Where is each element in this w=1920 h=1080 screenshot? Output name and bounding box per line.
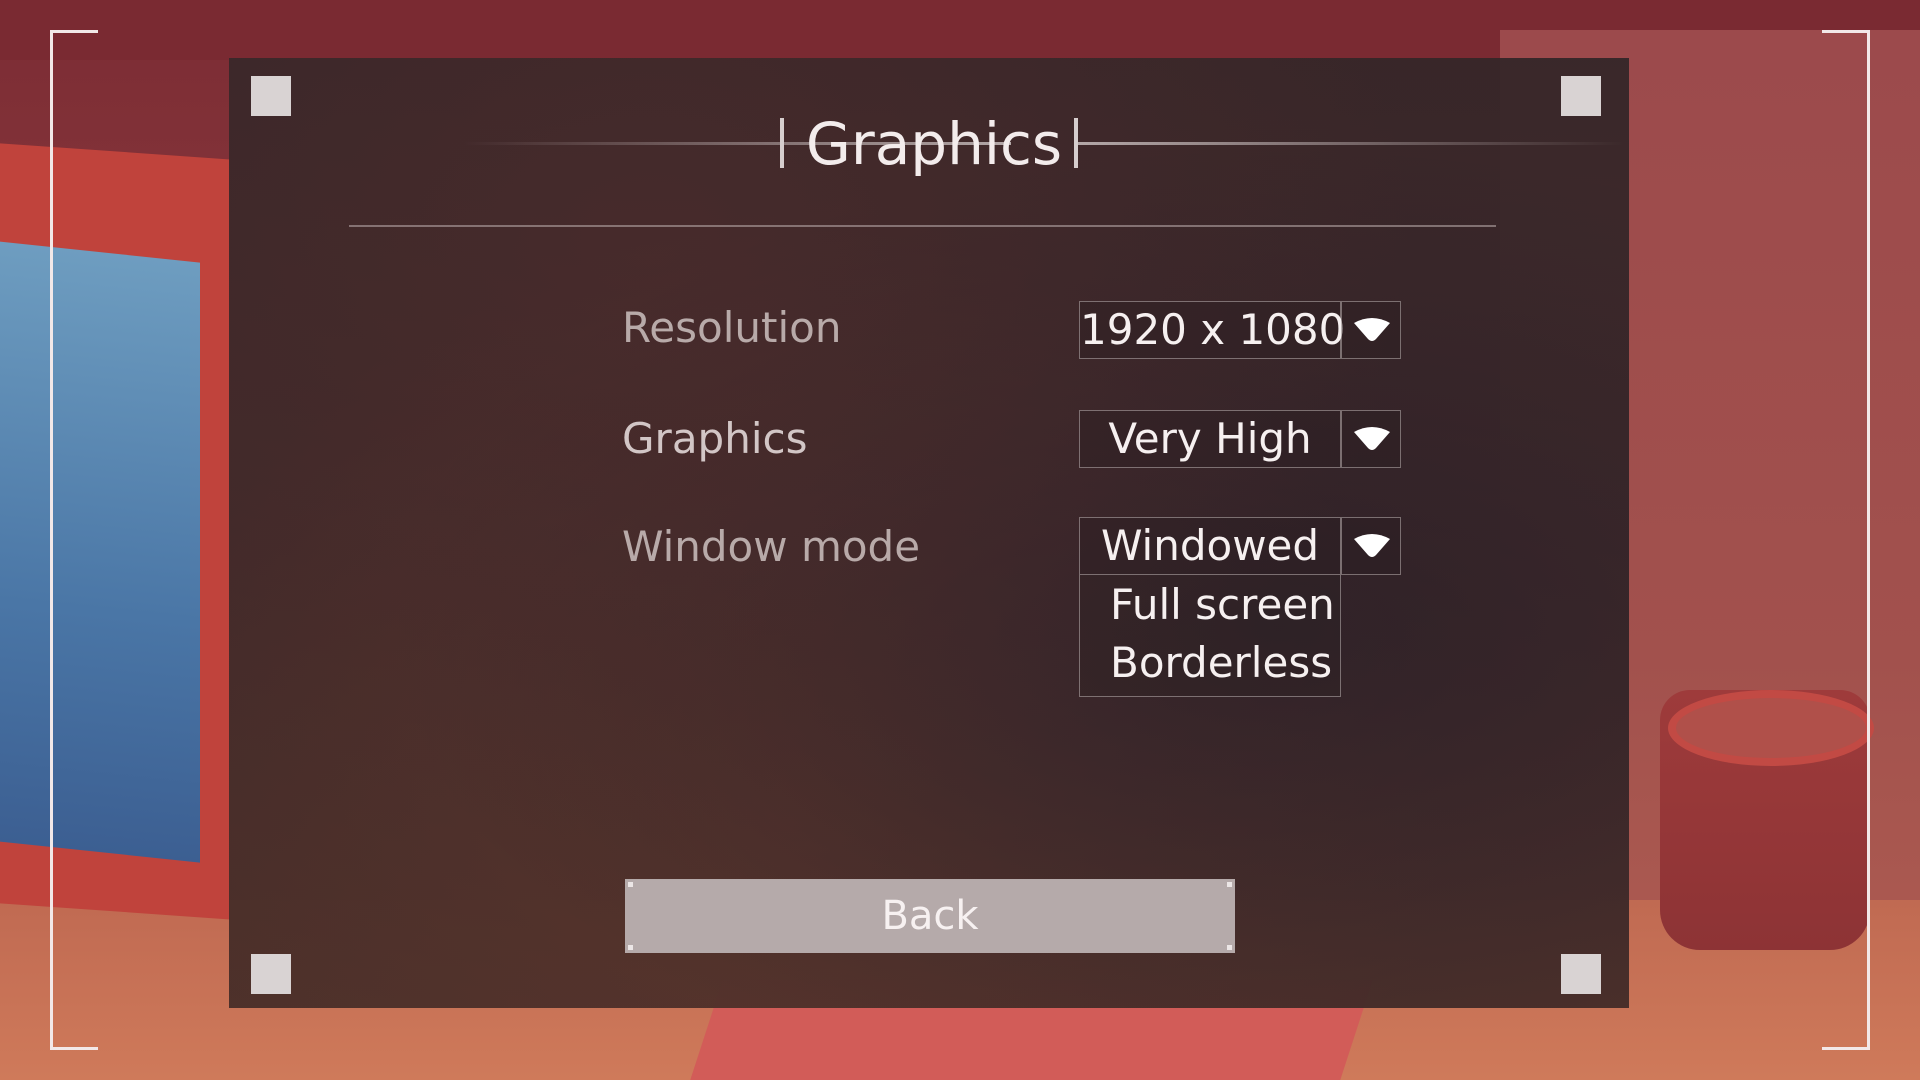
title-tick-left xyxy=(780,118,784,168)
title-line-right xyxy=(1077,142,1624,145)
chevron-down-icon xyxy=(1354,318,1390,341)
window-mode-option[interactable]: Full screen xyxy=(1110,577,1335,633)
button-corner-dot xyxy=(628,882,633,887)
panel-corner-top-right xyxy=(1561,76,1601,116)
window-mode-value[interactable]: Windowed xyxy=(1079,517,1341,575)
button-corner-dot xyxy=(1227,945,1232,950)
window-mode-option[interactable]: Borderless xyxy=(1110,635,1332,691)
background-screen xyxy=(0,237,200,863)
window-mode-label: Window mode xyxy=(622,522,921,571)
graphics-quality-dropdown[interactable]: Very High xyxy=(1079,410,1401,468)
panel-corner-top-left xyxy=(251,76,291,116)
title-divider xyxy=(349,225,1496,227)
panel-title: Graphics xyxy=(805,110,1063,178)
panel-corner-bottom-right xyxy=(1561,954,1601,994)
viewfinder-bracket-left xyxy=(50,30,98,1050)
resolution-dropdown-button[interactable] xyxy=(1341,301,1401,359)
window-mode-dropdown[interactable]: Windowed xyxy=(1079,517,1401,575)
viewfinder-bracket-right xyxy=(1822,30,1870,1050)
resolution-label: Resolution xyxy=(622,303,842,352)
game-scene: Graphics Resolution 1920 x 1080 Graphics… xyxy=(0,0,1920,1080)
chevron-down-icon xyxy=(1354,534,1390,557)
window-mode-options-list: Full screen Borderless xyxy=(1079,575,1341,697)
back-button-label: Back xyxy=(881,893,979,939)
button-corner-dot xyxy=(628,945,633,950)
window-mode-dropdown-button[interactable] xyxy=(1341,517,1401,575)
panel-corner-bottom-left xyxy=(251,954,291,994)
chevron-down-icon xyxy=(1354,427,1390,450)
button-corner-dot xyxy=(1227,882,1232,887)
resolution-dropdown[interactable]: 1920 x 1080 xyxy=(1079,301,1401,359)
resolution-value[interactable]: 1920 x 1080 xyxy=(1079,301,1345,359)
graphics-quality-value[interactable]: Very High xyxy=(1079,410,1341,468)
graphics-settings-panel: Graphics Resolution 1920 x 1080 Graphics… xyxy=(229,58,1629,1008)
back-button[interactable]: Back xyxy=(625,879,1235,953)
graphics-label: Graphics xyxy=(622,414,808,463)
graphics-quality-dropdown-button[interactable] xyxy=(1341,410,1401,468)
